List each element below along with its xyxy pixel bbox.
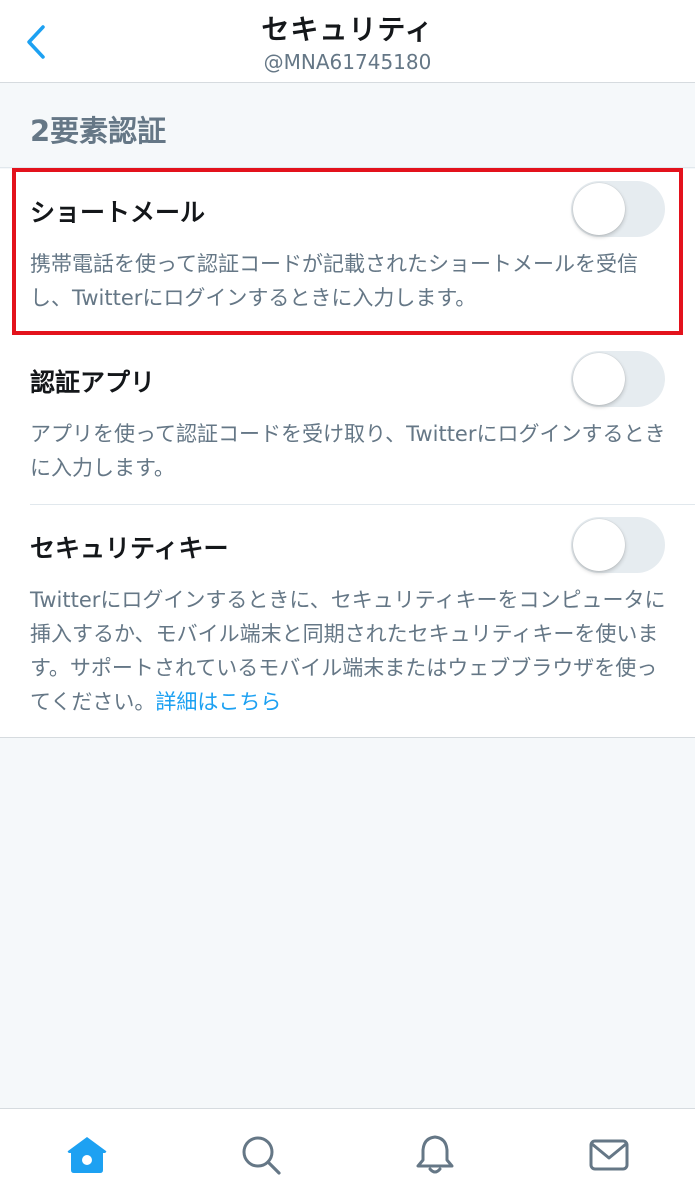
search-icon [242,1136,281,1175]
bell-icon [416,1135,454,1174]
tab-notifications[interactable] [411,1131,459,1179]
setting-item-auth-app[interactable]: 認証アプリ アプリを使って認証コードを受け取り、Twitterにログインするとき… [0,339,695,505]
nav-header: セキュリティ @MNA61745180 [0,0,695,83]
tab-home[interactable] [63,1131,111,1179]
page-title: セキュリティ [261,13,434,46]
tab-bar [0,1108,695,1200]
settings-list: ショートメール 携帯電話を使って認証コードが記載されたショートメールを受信し、T… [0,169,695,738]
mail-icon [589,1139,629,1171]
setting-description-text: Twitterにログインするときに、セキュリティキーをコンピュータに挿入するか、… [30,588,666,714]
tab-messages[interactable] [585,1131,633,1179]
auth-app-toggle[interactable] [571,351,665,407]
toggle-knob [573,353,625,405]
setting-item-security-key[interactable]: セキュリティキー Twitterにログインするときに、セキュリティキーをコンピュ… [0,505,695,738]
setting-title: 認証アプリ [30,368,156,397]
security-key-toggle[interactable] [571,517,665,573]
home-icon [67,1137,107,1173]
setting-title: ショートメール [30,198,206,227]
toggle-knob [573,519,625,571]
setting-description: 携帯電話を使って認証コードが記載されたショートメールを受信し、Twitterにロ… [30,252,638,310]
setting-description: Twitterにログインするときに、セキュリティキーをコンピュータに挿入するか、… [30,583,670,719]
setting-description: アプリを使って認証コードを受け取り、Twitterにログインするときに入力します… [30,422,666,480]
screen: セキュリティ @MNA61745180 2要素認証 ショートメール 携帯電話を使… [0,0,695,1200]
setting-item-sms[interactable]: ショートメール 携帯電話を使って認証コードが記載されたショートメールを受信し、T… [0,169,695,339]
section-header: 2要素認証 [0,84,695,168]
tab-search[interactable] [237,1131,285,1179]
section-title: 2要素認証 [30,114,167,148]
sms-toggle[interactable] [571,181,665,237]
setting-title: セキュリティキー [30,534,229,563]
account-handle: @MNA61745180 [263,50,432,74]
toggle-knob [573,183,625,235]
learn-more-link[interactable]: 詳細はこちら [155,690,281,714]
